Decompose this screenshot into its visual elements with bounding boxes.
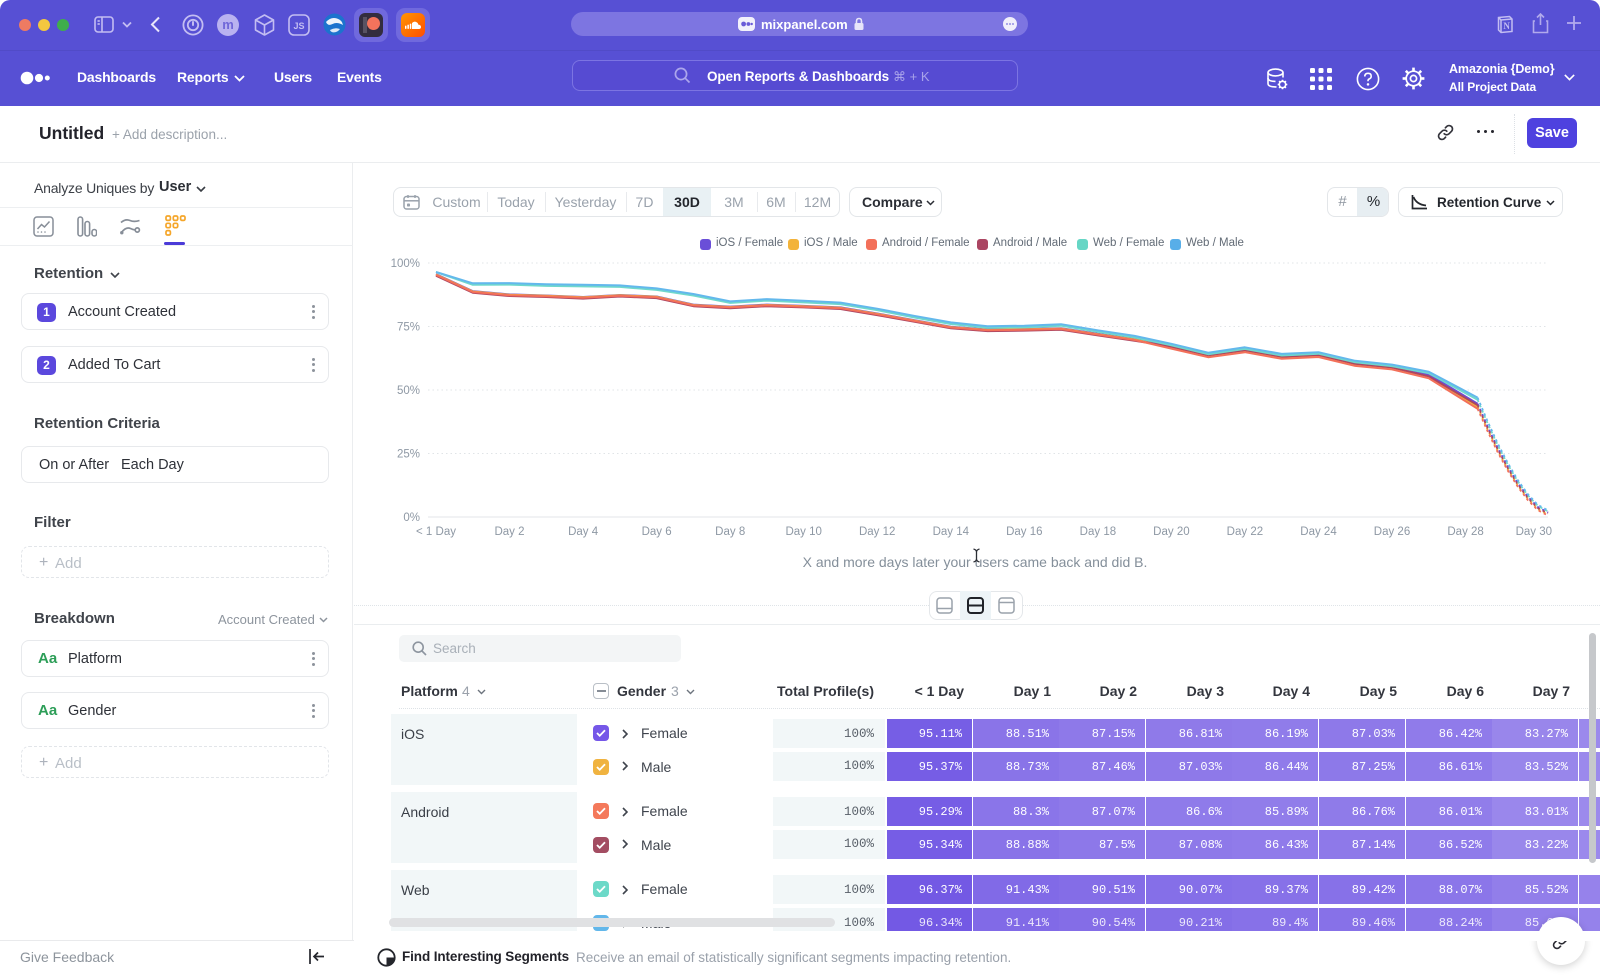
svg-text:25%: 25%	[397, 449, 420, 461]
svg-text:Day 6: Day 6	[642, 526, 672, 538]
svg-text:JS: JS	[293, 21, 304, 31]
svg-text:Day 22: Day 22	[1227, 526, 1263, 538]
svg-text:Day 4: Day 4	[568, 526, 599, 538]
svg-text:Day 26: Day 26	[1374, 526, 1410, 538]
svg-text:Day 2: Day 2	[494, 526, 524, 538]
svg-text:50%: 50%	[397, 385, 420, 397]
svg-text:Day 20: Day 20	[1153, 526, 1189, 538]
svg-text:Day 16: Day 16	[1006, 526, 1042, 538]
svg-text:Day 10: Day 10	[785, 526, 821, 538]
svg-text:Day 12: Day 12	[859, 526, 895, 538]
svg-text:Day 18: Day 18	[1080, 526, 1116, 538]
svg-text:0%: 0%	[403, 512, 420, 524]
svg-text:N: N	[1503, 21, 1510, 31]
svg-text:100%: 100%	[391, 258, 420, 270]
svg-text:Day 28: Day 28	[1447, 526, 1483, 538]
svg-text:Day 24: Day 24	[1300, 526, 1337, 538]
svg-text:Day 8: Day 8	[715, 526, 745, 538]
svg-text:Day 14: Day 14	[933, 526, 970, 538]
svg-text:Day 30: Day 30	[1516, 526, 1552, 538]
svg-text:75%: 75%	[397, 322, 420, 334]
svg-text:< 1 Day: < 1 Day	[416, 526, 456, 538]
